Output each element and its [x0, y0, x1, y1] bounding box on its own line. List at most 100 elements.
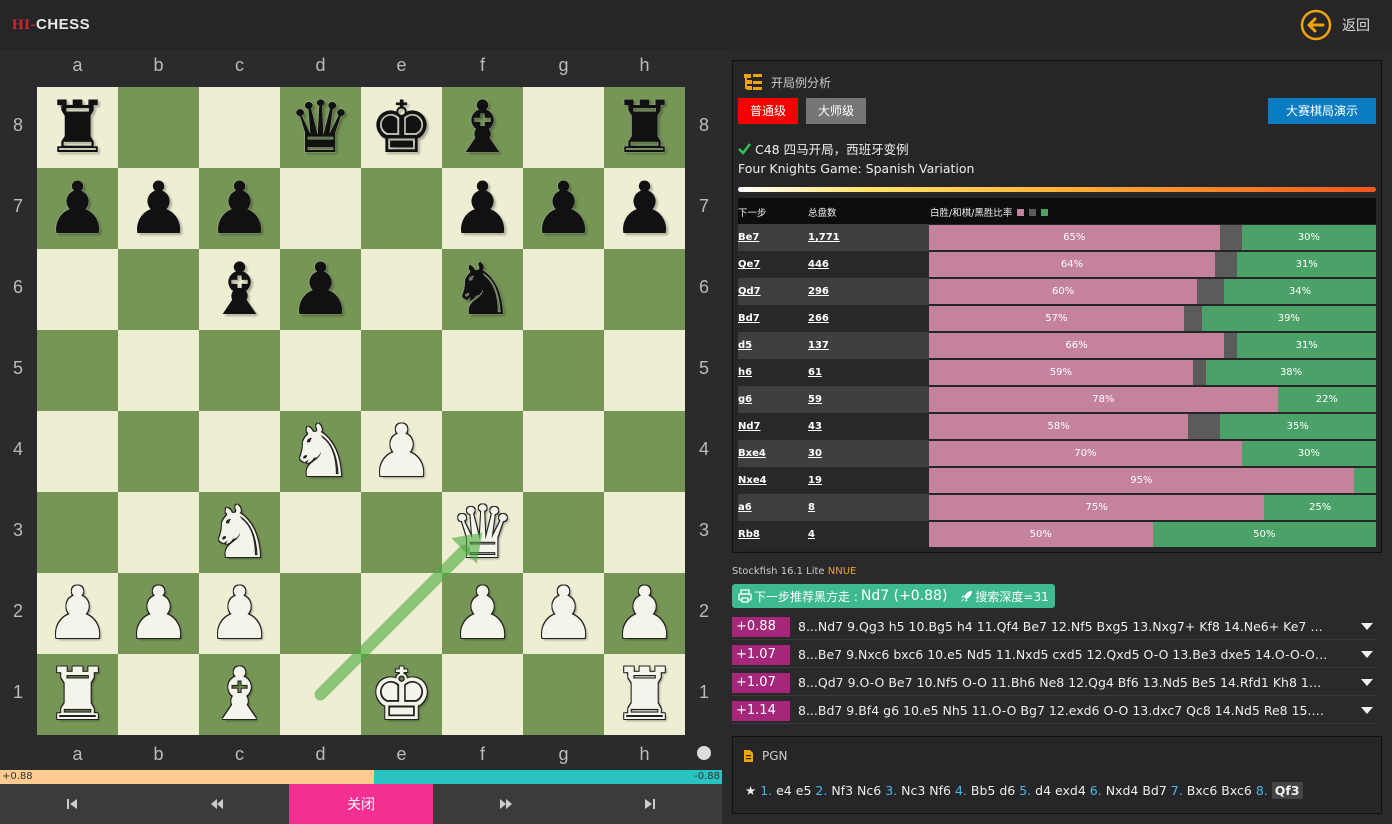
square-a2[interactable]: ♟ [37, 573, 118, 654]
square-c2[interactable]: ♟ [199, 573, 280, 654]
move-count[interactable]: 19 [808, 475, 822, 486]
square-e6[interactable] [361, 249, 442, 330]
black-king-piece[interactable]: ♚ [369, 87, 434, 168]
square-h3[interactable] [604, 492, 685, 573]
black-pawn-piece[interactable]: ♟ [612, 168, 677, 249]
square-h6[interactable] [604, 249, 685, 330]
square-c7[interactable]: ♟ [199, 168, 280, 249]
square-e8[interactable]: ♚ [361, 87, 442, 168]
pgn-move[interactable]: d4 [1035, 783, 1051, 798]
black-bishop-piece[interactable]: ♝ [450, 87, 515, 168]
opening-move-row[interactable]: g6 59 78% 22% [738, 386, 1376, 413]
square-d5[interactable] [280, 330, 361, 411]
pgn-move[interactable]: Nc3 [901, 783, 925, 798]
white-rook-piece[interactable]: ♜ [612, 654, 677, 735]
square-d2[interactable] [280, 573, 361, 654]
white-knight-piece[interactable]: ♞ [207, 492, 272, 573]
square-d7[interactable] [280, 168, 361, 249]
square-e2[interactable] [361, 573, 442, 654]
move-count[interactable]: 1,771 [808, 232, 840, 243]
pgn-move[interactable]: exd4 [1055, 783, 1086, 798]
square-f2[interactable]: ♟ [442, 573, 523, 654]
white-queen-piece[interactable]: ♛ [450, 492, 515, 573]
square-c8[interactable] [199, 87, 280, 168]
move-count[interactable]: 8 [808, 502, 815, 513]
white-pawn-piece[interactable]: ♟ [369, 411, 434, 492]
black-pawn-piece[interactable]: ♟ [207, 168, 272, 249]
square-g3[interactable] [523, 492, 604, 573]
square-d3[interactable] [280, 492, 361, 573]
square-a7[interactable]: ♟ [37, 168, 118, 249]
square-g8[interactable] [523, 87, 604, 168]
square-b2[interactable]: ♟ [118, 573, 199, 654]
opening-move-row[interactable]: d5 137 66% 31% [738, 332, 1376, 359]
opening-move-row[interactable]: Bxe4 30 70% 30% [738, 440, 1376, 467]
move-link[interactable]: Be7 [738, 232, 759, 243]
square-d4[interactable]: ♞ [280, 411, 361, 492]
move-count[interactable]: 4 [808, 529, 815, 540]
pgn-move[interactable]: Nf6 [929, 783, 951, 798]
pgn-move[interactable]: d6 [999, 783, 1015, 798]
white-pawn-piece[interactable]: ♟ [450, 573, 515, 654]
square-c6[interactable]: ♝ [199, 249, 280, 330]
square-b5[interactable] [118, 330, 199, 411]
square-f7[interactable]: ♟ [442, 168, 523, 249]
pgn-move[interactable]: Bxc6 [1187, 783, 1218, 798]
move-link[interactable]: d5 [738, 340, 752, 351]
move-link[interactable]: Qe7 [738, 259, 760, 270]
opening-move-row[interactable]: Nd7 43 58% 35% [738, 413, 1376, 440]
square-c5[interactable] [199, 330, 280, 411]
white-pawn-piece[interactable]: ♟ [612, 573, 677, 654]
square-g7[interactable]: ♟ [523, 168, 604, 249]
move-count[interactable]: 296 [808, 286, 829, 297]
move-link[interactable]: Nxe4 [738, 475, 767, 486]
square-e5[interactable] [361, 330, 442, 411]
square-g4[interactable] [523, 411, 604, 492]
square-g5[interactable] [523, 330, 604, 411]
next-move-button[interactable] [433, 784, 578, 824]
square-c3[interactable]: ♞ [199, 492, 280, 573]
move-count[interactable]: 137 [808, 340, 829, 351]
engine-line-moves[interactable]: 8...Be7 9.Nxc6 bxc6 10.e5 Nd5 11.Nxd5 cx… [798, 647, 1328, 662]
square-f8[interactable]: ♝ [442, 87, 523, 168]
black-rook-piece[interactable]: ♜ [45, 87, 110, 168]
opening-move-row[interactable]: Be7 1,771 65% 30% [738, 224, 1376, 251]
white-knight-piece[interactable]: ♞ [288, 411, 353, 492]
white-pawn-piece[interactable]: ♟ [531, 573, 596, 654]
engine-line-moves[interactable]: 8...Nd7 9.Qg3 h5 10.Bg5 h4 11.Qf4 Be7 12… [798, 619, 1328, 634]
move-count[interactable]: 266 [808, 313, 829, 324]
move-count[interactable]: 43 [808, 421, 822, 432]
square-h4[interactable] [604, 411, 685, 492]
engine-line-moves[interactable]: 8...Bd7 9.Bf4 g6 10.e5 Nh5 11.O-O Bg7 12… [798, 703, 1328, 718]
move-link[interactable]: Qd7 [738, 286, 761, 297]
square-d1[interactable] [280, 654, 361, 735]
square-g6[interactable] [523, 249, 604, 330]
square-e3[interactable] [361, 492, 442, 573]
black-pawn-piece[interactable]: ♟ [450, 168, 515, 249]
white-pawn-piece[interactable]: ♟ [126, 573, 191, 654]
square-f3[interactable]: ♛ [442, 492, 523, 573]
square-b1[interactable] [118, 654, 199, 735]
first-move-button[interactable] [0, 784, 144, 824]
chevron-down-icon[interactable] [1361, 679, 1373, 686]
square-d8[interactable]: ♛ [280, 87, 361, 168]
square-a6[interactable] [37, 249, 118, 330]
engine-line-moves[interactable]: 8...Qd7 9.O-O Be7 10.Nf5 O-O 11.Bh6 Ne8 … [798, 675, 1328, 690]
square-h5[interactable] [604, 330, 685, 411]
square-e4[interactable]: ♟ [361, 411, 442, 492]
move-link[interactable]: Bxe4 [738, 448, 766, 459]
pgn-move[interactable]: e4 [776, 783, 792, 798]
white-pawn-piece[interactable]: ♟ [207, 573, 272, 654]
square-c1[interactable]: ♝ [199, 654, 280, 735]
level-master-button[interactable]: 大师级 [806, 98, 867, 124]
square-h7[interactable]: ♟ [604, 168, 685, 249]
chevron-down-icon[interactable] [1361, 707, 1373, 714]
opening-move-row[interactable]: Qd7 296 60% 34% [738, 278, 1376, 305]
square-a1[interactable]: ♜ [37, 654, 118, 735]
square-e7[interactable] [361, 168, 442, 249]
move-link[interactable]: h6 [738, 367, 752, 378]
square-f4[interactable] [442, 411, 523, 492]
square-e1[interactable]: ♚ [361, 654, 442, 735]
square-g2[interactable]: ♟ [523, 573, 604, 654]
tournament-demo-button[interactable]: 大赛棋局演示 [1267, 98, 1376, 124]
